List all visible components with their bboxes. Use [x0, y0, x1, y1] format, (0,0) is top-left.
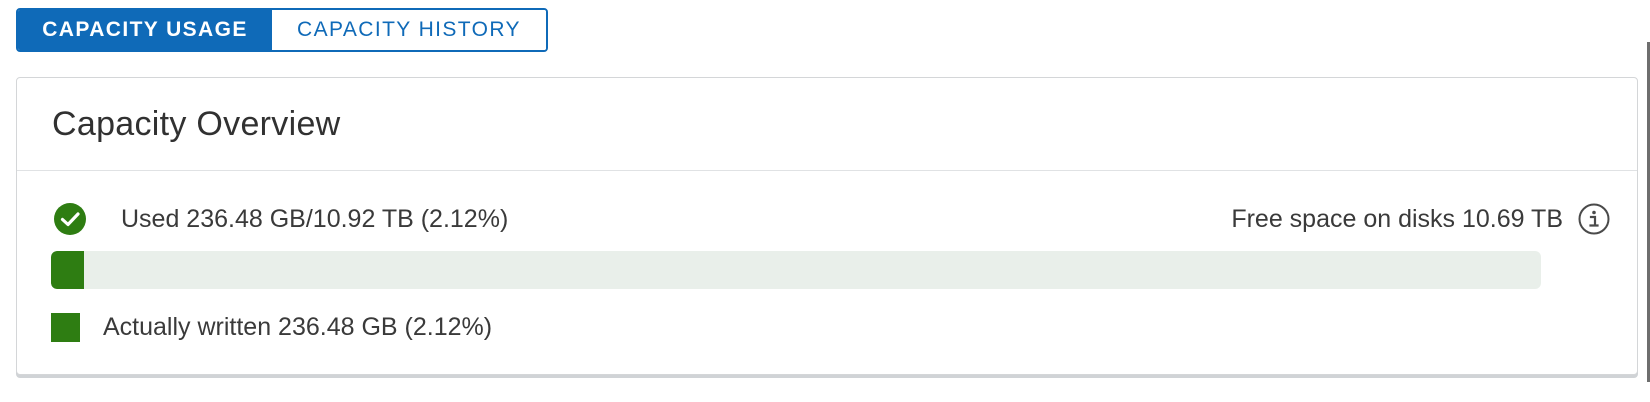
capacity-status-row: Used 236.48 GB/10.92 TB (2.12%) Free spa… — [53, 201, 1611, 237]
check-circle-icon — [53, 202, 87, 236]
free-space-text: Free space on disks 10.69 TB — [1231, 204, 1563, 233]
card-header: Capacity Overview — [17, 78, 1637, 171]
capacity-legend: Actually written 236.48 GB (2.12%) — [51, 312, 492, 342]
capacity-overview-card: Capacity Overview Used 236.48 GB/10.92 T… — [16, 77, 1638, 375]
capacity-usage-bar-fill — [51, 251, 84, 289]
tab-capacity-usage[interactable]: CAPACITY USAGE — [18, 10, 272, 50]
info-icon[interactable] — [1577, 202, 1611, 236]
legend-swatch-actually-written — [51, 312, 80, 342]
capacity-usage-bar — [51, 251, 1541, 289]
legend-label-actually-written: Actually written 236.48 GB (2.12%) — [103, 312, 493, 341]
tab-capacity-history[interactable]: CAPACITY HISTORY — [272, 10, 546, 50]
used-capacity-text: Used 236.48 GB/10.92 TB (2.12%) — [121, 204, 509, 233]
card-title: Capacity Overview — [52, 104, 341, 143]
capacity-tabs: CAPACITY USAGE CAPACITY HISTORY — [16, 8, 548, 52]
